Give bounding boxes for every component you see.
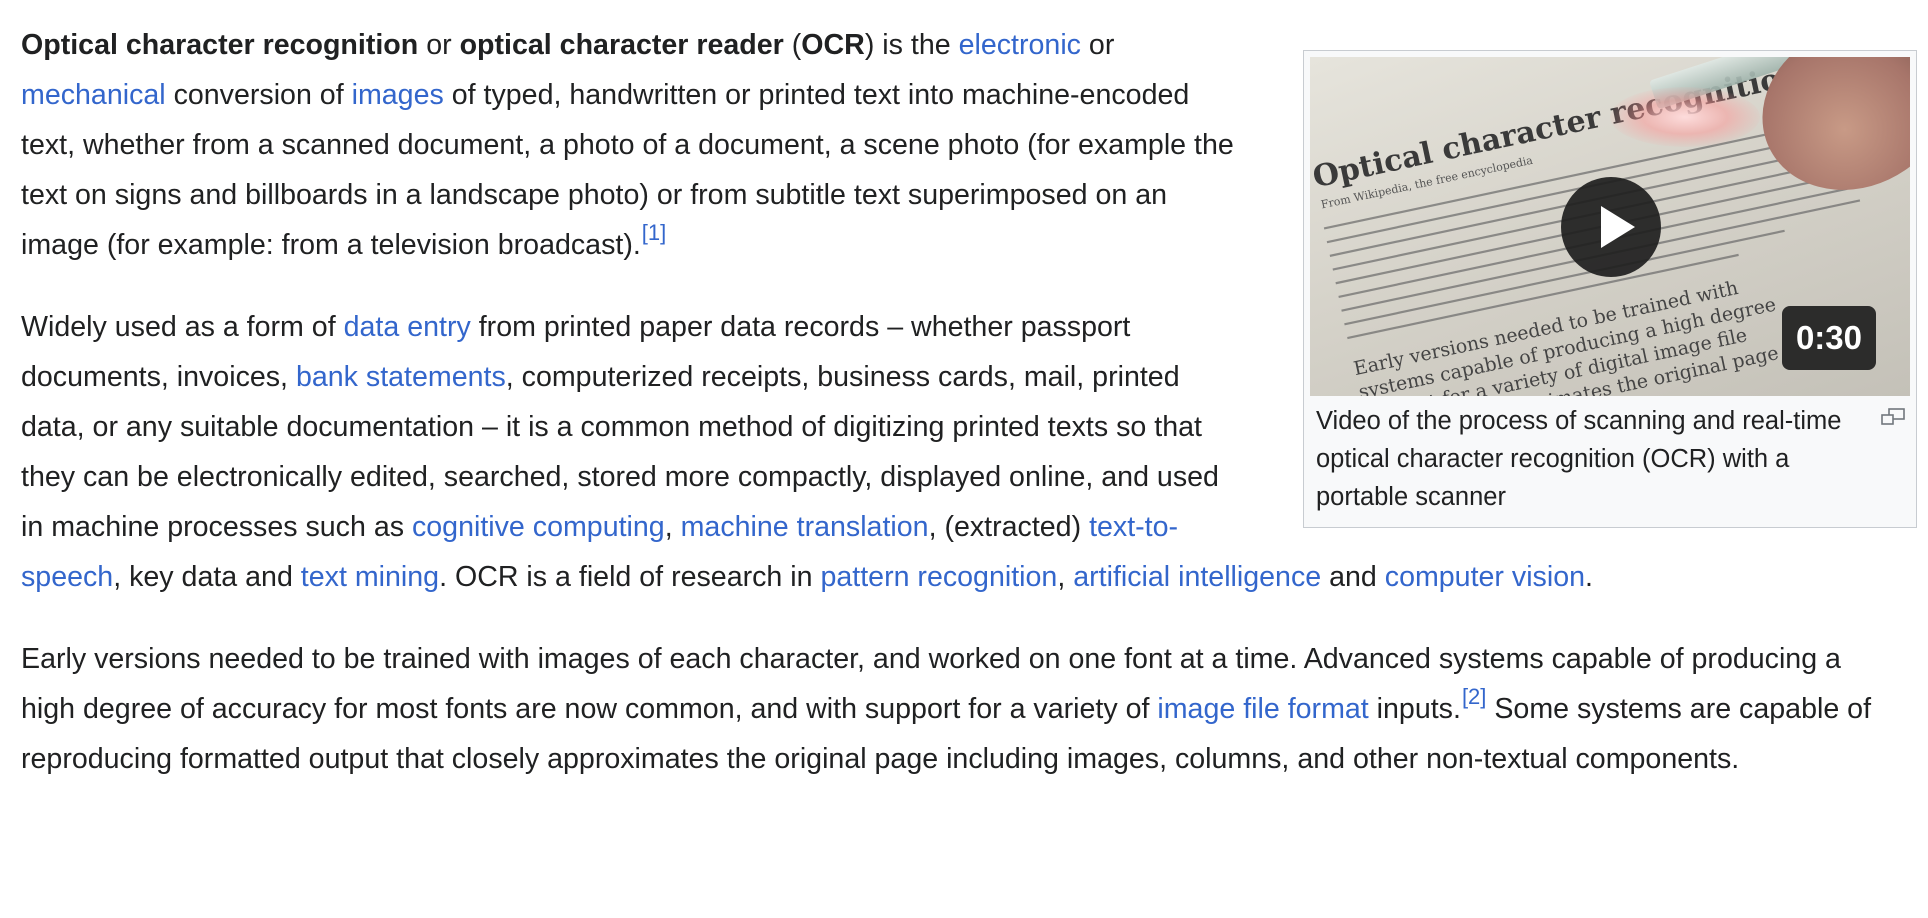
link-pattern-recognition[interactable]: pattern recognition	[820, 561, 1057, 593]
text: , key data and	[113, 561, 301, 593]
text: ) is the	[864, 29, 959, 61]
article-body: Optical character recognition or optical…	[21, 20, 1901, 784]
paragraph-history: Early versions needed to be trained with…	[21, 634, 1901, 784]
link-images[interactable]: images	[352, 79, 444, 111]
text: ,	[664, 511, 681, 543]
link-electronic[interactable]: electronic	[959, 29, 1081, 61]
citation-2: [2]	[1462, 684, 1486, 709]
link-machine-translation[interactable]: machine translation	[681, 511, 929, 543]
term-ocr: Optical character recognition	[21, 29, 419, 61]
text: Widely used as a form of	[21, 311, 344, 343]
text: . OCR is a field of research in	[439, 561, 821, 593]
text: , (extracted)	[928, 511, 1090, 543]
text: or	[1080, 29, 1115, 61]
link-bank-statements[interactable]: bank statements	[296, 361, 506, 393]
text: conversion of	[165, 79, 352, 111]
citation-1: [1]	[642, 220, 666, 245]
thumbnail-spacer	[1289, 51, 1901, 531]
link-data-entry[interactable]: data entry	[344, 311, 471, 343]
term-reader: optical character reader	[459, 29, 784, 61]
link-computer-vision[interactable]: computer vision	[1385, 561, 1585, 593]
citation-link-1[interactable]: [1]	[642, 220, 666, 245]
link-artificial-intelligence[interactable]: artificial intelligence	[1073, 561, 1321, 593]
text: and	[1321, 561, 1385, 593]
text: (	[783, 29, 802, 61]
link-image-file-format[interactable]: image file format	[1157, 693, 1368, 725]
text: .	[1585, 561, 1593, 593]
citation-link-2[interactable]: [2]	[1462, 684, 1486, 709]
text: inputs.	[1368, 693, 1461, 725]
link-mechanical[interactable]: mechanical	[21, 79, 166, 111]
link-text-mining[interactable]: text mining	[301, 561, 439, 593]
text: ,	[1057, 561, 1074, 593]
link-cognitive-computing[interactable]: cognitive computing	[412, 511, 665, 543]
term-acronym: OCR	[801, 29, 865, 61]
text: or	[418, 29, 460, 61]
